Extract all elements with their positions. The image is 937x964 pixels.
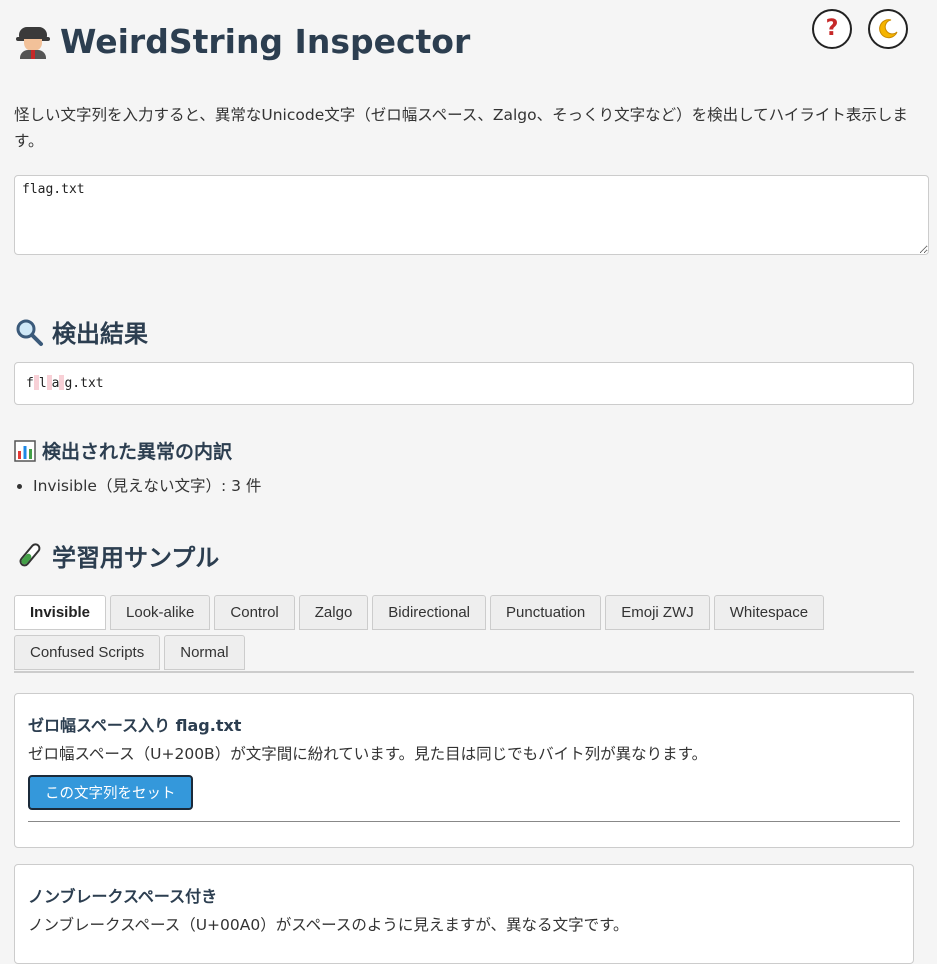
tab-normal[interactable]: Normal xyxy=(164,635,245,670)
bar-chart-icon xyxy=(14,439,36,462)
tab-whitespace[interactable]: Whitespace xyxy=(713,595,825,630)
tab-bidirectional[interactable]: Bidirectional xyxy=(372,595,487,630)
breakdown-item: Invisible（見えない文字）: 3 件 xyxy=(33,474,261,498)
set-string-button[interactable]: この文字列をセット xyxy=(28,775,193,810)
breakdown-heading: 検出された異常の内訳 xyxy=(14,437,232,464)
help-button[interactable]: ? xyxy=(812,9,852,49)
tab-zalgo[interactable]: Zalgo xyxy=(298,595,369,630)
detective-icon xyxy=(16,25,50,59)
tab-control[interactable]: Control xyxy=(214,595,295,630)
tab-look-alike[interactable]: Look-alike xyxy=(110,595,211,630)
breakdown-list: Invisible（見えない文字）: 3 件 xyxy=(14,474,261,498)
samples-heading: 学習用サンプル xyxy=(14,538,219,573)
theme-toggle-button[interactable] xyxy=(868,9,908,49)
header-actions: ? xyxy=(812,9,908,49)
test-tube-icon xyxy=(19,542,41,566)
sample-card-title: ノンブレークスペース付き xyxy=(28,887,218,906)
sample-card-description: ノンブレークスペース（U+00A0）がスペースのように見えますが、異なる文字です… xyxy=(28,916,629,934)
app-title: WeirdString Inspector xyxy=(16,22,470,61)
sample-card: ノンブレークスペース付き ノンブレークスペース（U+00A0）がスペースのように… xyxy=(14,864,914,964)
result-segment: a xyxy=(51,376,60,391)
breakdown-heading-text: 検出された異常の内訳 xyxy=(42,441,233,463)
results-heading: 検出結果 xyxy=(14,314,148,349)
sample-card-description: ゼロ幅スペース（U+200B）が文字間に紛れています。見た目は同じでもバイト列が… xyxy=(28,745,708,763)
result-segment: g.txt xyxy=(64,376,104,391)
tab-confused-scripts[interactable]: Confused Scripts xyxy=(14,635,161,670)
moon-icon xyxy=(879,19,898,39)
result-segment: f xyxy=(26,376,34,391)
sample-card: ゼロ幅スペース入り flag.txt ゼロ幅スペース（U+200B）が文字間に紛… xyxy=(14,693,914,848)
results-heading-text: 検出結果 xyxy=(52,320,148,348)
tab-invisible[interactable]: Invisible xyxy=(14,595,107,630)
tab-emoji-zwj[interactable]: Emoji ZWJ xyxy=(605,595,710,630)
magnifier-icon xyxy=(16,319,43,346)
tab-punctuation[interactable]: Punctuation xyxy=(490,595,602,630)
samples-heading-text: 学習用サンプル xyxy=(52,544,220,572)
card-divider xyxy=(28,821,900,822)
app-title-text: WeirdString Inspector xyxy=(60,22,471,61)
sample-card-title: ゼロ幅スペース入り flag.txt xyxy=(28,716,242,735)
highlighted-result: f l a g.txt xyxy=(14,362,914,405)
result-segment: l xyxy=(38,376,47,391)
question-icon: ? xyxy=(825,16,839,41)
sample-tabs: Invisible Look-alike Control Zalgo Bidir… xyxy=(14,595,914,673)
string-input[interactable]: f​l​a​g.txt xyxy=(14,175,929,255)
app-description: 怪しい文字列を入力すると、異常なUnicode文字（ゼロ幅スペース、Zalgo、… xyxy=(14,106,908,150)
